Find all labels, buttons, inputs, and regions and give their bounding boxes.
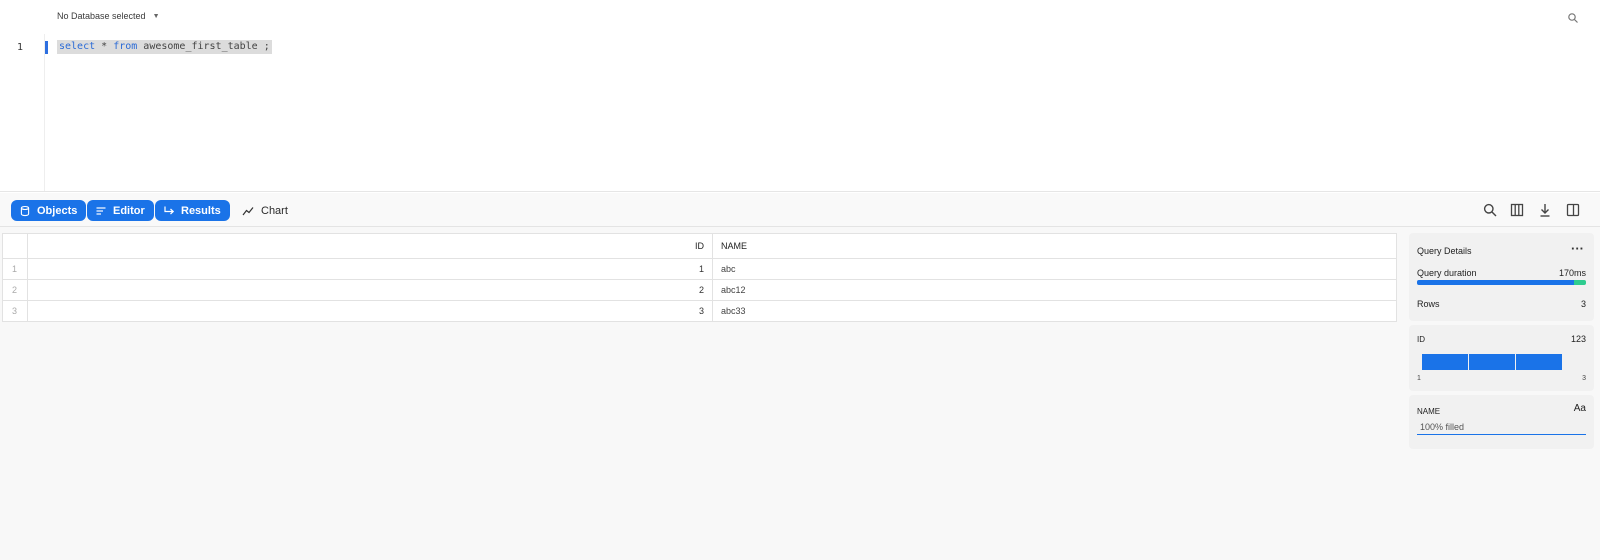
results-button[interactable]: Results bbox=[155, 200, 230, 221]
id-column-card[interactable]: ID 123 1 3 bbox=[1409, 325, 1594, 391]
name-column-card[interactable]: NAME Aa 100% filled bbox=[1409, 395, 1594, 449]
query-duration-value: 170ms bbox=[1558, 268, 1586, 278]
id-histogram bbox=[1422, 354, 1562, 370]
objects-label: Objects bbox=[37, 204, 78, 217]
name-filled-bar bbox=[1417, 434, 1586, 435]
column-header-name[interactable]: NAME bbox=[712, 233, 1397, 259]
table-row[interactable]: 1 1 abc bbox=[2, 258, 1397, 280]
histogram-bar bbox=[1516, 354, 1562, 370]
query-duration-label: Query duration bbox=[1417, 268, 1477, 278]
rows-label: Rows bbox=[1417, 299, 1440, 309]
search-icon[interactable] bbox=[1482, 202, 1498, 218]
query-table-name: awesome_first_table ; bbox=[137, 41, 270, 52]
id-column-type: 123 bbox=[1570, 334, 1586, 344]
cell-id[interactable]: 3 bbox=[27, 300, 713, 322]
results-grid: ID NAME 1 1 abc 2 2 abc12 3 3 abc33 bbox=[2, 233, 1397, 322]
columns-icon[interactable] bbox=[1509, 202, 1525, 218]
active-line-marker bbox=[45, 41, 48, 54]
database-selector-label: No Database selected bbox=[57, 11, 146, 21]
lines-icon bbox=[96, 206, 106, 215]
results-label: Results bbox=[181, 204, 221, 217]
query-star: * bbox=[95, 41, 114, 52]
histogram-bar bbox=[1469, 354, 1515, 370]
name-column-name: NAME bbox=[1417, 407, 1441, 416]
header-row: ID NAME bbox=[2, 233, 1397, 259]
column-header-id[interactable]: ID bbox=[27, 233, 713, 259]
database-selector[interactable]: No Database selected ▼ bbox=[57, 11, 160, 21]
chart-label: Chart bbox=[261, 204, 288, 217]
query-details-card: Query Details ··· Query duration 170ms R… bbox=[1409, 233, 1594, 321]
search-icon[interactable] bbox=[1567, 11, 1579, 23]
chart-tab[interactable]: Chart bbox=[242, 200, 288, 221]
sql-editor[interactable]: No Database selected ▼ 1 select * from a… bbox=[0, 0, 1600, 192]
line-gutter bbox=[0, 34, 45, 191]
keyword-from: from bbox=[113, 41, 138, 52]
row-number: 2 bbox=[2, 279, 28, 301]
editor-label: Editor bbox=[113, 204, 145, 217]
rows-value: 3 bbox=[1580, 299, 1586, 309]
row-number-header bbox=[2, 233, 28, 259]
table-row[interactable]: 2 2 abc12 bbox=[2, 279, 1397, 301]
more-options-icon[interactable]: ··· bbox=[1571, 241, 1584, 256]
name-filled-text: 100% filled bbox=[1420, 422, 1465, 432]
editor-button[interactable]: Editor bbox=[87, 200, 154, 221]
line-number: 1 bbox=[17, 42, 24, 53]
query-duration-fill bbox=[1417, 280, 1575, 285]
cell-name[interactable]: abc bbox=[712, 258, 1397, 280]
query-duration-end bbox=[1574, 280, 1586, 285]
keyword-select: select bbox=[59, 41, 96, 52]
results-area: ID NAME 1 1 abc 2 2 abc12 3 3 abc33 Quer… bbox=[0, 227, 1600, 560]
row-number: 3 bbox=[2, 300, 28, 322]
arrow-return-icon bbox=[164, 206, 175, 214]
cell-id[interactable]: 1 bbox=[27, 258, 713, 280]
row-number: 1 bbox=[2, 258, 28, 280]
id-histogram-max: 3 bbox=[1582, 375, 1586, 382]
objects-button[interactable]: Objects bbox=[11, 200, 87, 221]
query-details-title: Query Details bbox=[1417, 246, 1472, 256]
download-icon[interactable] bbox=[1537, 202, 1553, 218]
line-chart-icon bbox=[242, 206, 254, 215]
id-histogram-min: 1 bbox=[1417, 375, 1421, 382]
database-icon bbox=[20, 205, 30, 216]
cell-name[interactable]: abc33 bbox=[712, 300, 1397, 322]
query-duration-bar bbox=[1417, 280, 1586, 285]
id-column-name: ID bbox=[1417, 335, 1425, 344]
histogram-bar bbox=[1422, 354, 1468, 370]
results-toolbar: Objects Editor Results Chart bbox=[0, 193, 1600, 227]
cell-id[interactable]: 2 bbox=[27, 279, 713, 301]
cell-name[interactable]: abc12 bbox=[712, 279, 1397, 301]
query-text[interactable]: select * from awesome_first_table ; bbox=[57, 40, 272, 54]
name-column-type: Aa bbox=[1573, 403, 1586, 414]
toggle-panel-icon[interactable] bbox=[1565, 202, 1581, 218]
chevron-down-icon: ▼ bbox=[152, 12, 160, 20]
table-row[interactable]: 3 3 abc33 bbox=[2, 300, 1397, 322]
